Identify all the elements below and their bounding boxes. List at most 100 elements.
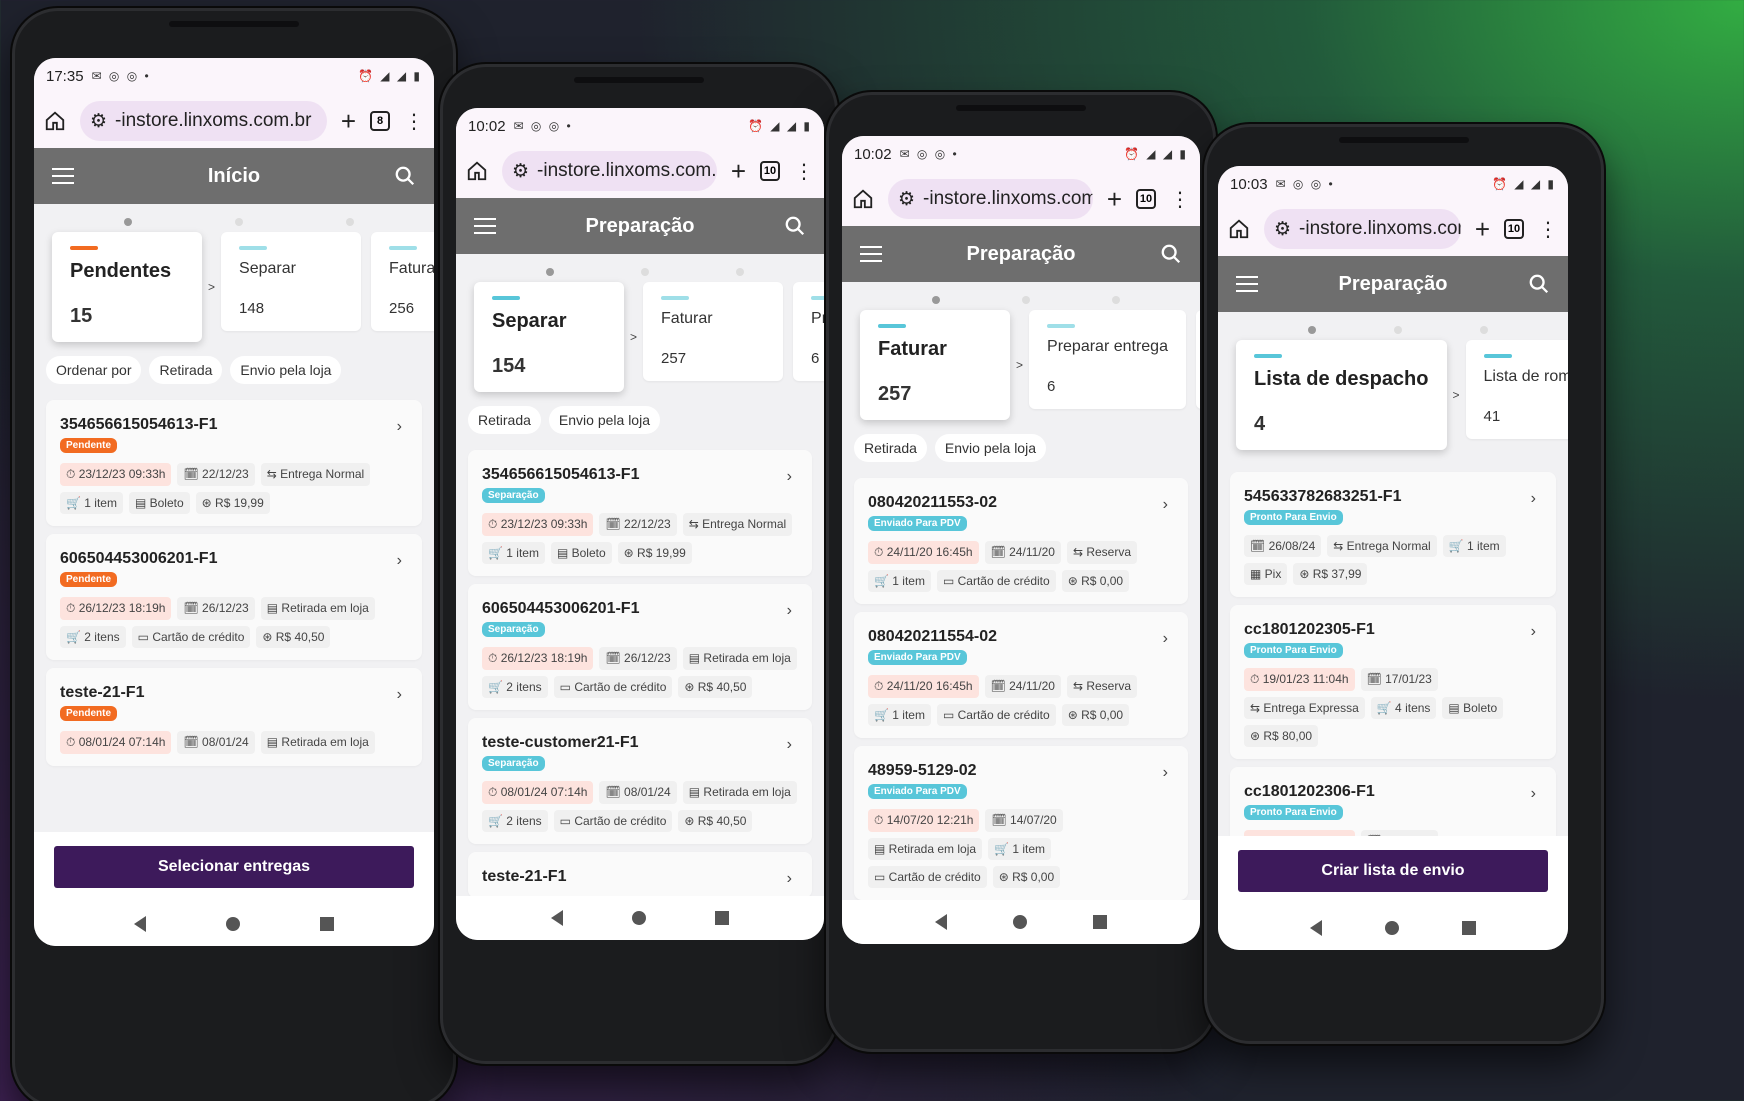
tab-count-icon[interactable]: 10 [1504,219,1524,239]
home-nav-icon[interactable] [631,911,646,925]
chevron-right-icon[interactable]: › [787,468,792,486]
tab-count-icon[interactable]: 8 [370,111,390,131]
carousel-dot[interactable] [346,218,354,226]
status-card[interactable]: Faturar 257 [643,282,784,381]
status-card[interactable]: Faturar 257 [860,310,1010,420]
status-card[interactable]: Pendentes 15 [52,232,202,342]
filter-chip[interactable]: Envio pela loja [230,356,342,384]
url-field[interactable]: ⚙ -instore.linxoms.com.br [1264,209,1461,249]
status-card[interactable]: Faturar 256 [371,232,434,331]
url-field[interactable]: ⚙ -instore.linxoms.com.br [888,179,1093,219]
back-icon[interactable] [134,916,146,932]
tab-count-icon[interactable]: 10 [1136,189,1156,209]
carousel-dot[interactable] [1022,296,1030,304]
url-field[interactable]: ⚙ -instore.linxoms.com.br [502,151,717,191]
carousel-dot[interactable] [1112,296,1120,304]
home-nav-icon[interactable] [1013,915,1027,929]
new-tab-icon[interactable]: + [1475,214,1490,245]
carousel-dot[interactable] [235,218,243,226]
more-vert-icon[interactable]: ⋮ [794,159,814,184]
order-card[interactable]: 354656615054613-F1 › Separação ⏱ 23/12/23 0… [468,450,812,576]
search-icon[interactable] [1160,243,1182,265]
chevron-right-icon[interactable]: › [787,602,792,620]
back-icon[interactable] [1309,920,1322,936]
filter-chip[interactable]: Ordenar por [46,356,142,384]
recents-icon[interactable] [715,911,730,925]
filter-chip[interactable]: Envio pela loja [548,406,660,434]
carousel-dot[interactable] [1308,326,1316,334]
site-settings-icon[interactable]: ⚙ [90,110,107,133]
search-icon[interactable] [394,165,416,187]
status-card[interactable]: Lista de despacho4 [1236,340,1447,450]
order-card[interactable]: 354656615054613-F1 › Pendente ⏱ 23/12/23 09… [46,400,422,526]
recents-icon[interactable] [1093,915,1107,929]
primary-action-button[interactable]: Selecionar entregas [54,846,414,888]
search-icon[interactable] [1528,273,1550,295]
back-icon[interactable] [550,910,563,926]
new-tab-icon[interactable]: + [341,106,356,137]
home-icon[interactable] [44,110,66,132]
order-card[interactable]: teste-customer21-F1 › Separação ⏱ 08/01/24 … [468,718,812,844]
chevron-right-icon[interactable]: › [1163,630,1168,648]
order-card[interactable]: 545633782683251-F1 › Pronto Para Envio 🗓 26… [1230,472,1556,597]
search-icon[interactable] [784,215,806,237]
status-card[interactable]: Preparar entrega 6 [793,282,824,381]
chevron-right-icon[interactable]: › [787,736,792,754]
home-nav-icon[interactable] [226,917,240,931]
home-icon[interactable] [852,188,874,210]
more-vert-icon[interactable]: ⋮ [1538,217,1558,242]
url-field[interactable]: ⚙ -instore.linxoms.com.br [80,101,327,141]
recents-icon[interactable] [1462,921,1477,935]
order-card[interactable]: teste-21-F1 › Pendente ⏱ 08/01/24 07:14h 🗓 0… [46,668,422,766]
carousel-dot[interactable] [641,268,649,276]
carousel-dot[interactable] [124,218,132,226]
chevron-right-icon[interactable]: › [787,870,792,888]
filter-chip[interactable]: Retirada [468,406,541,434]
status-card[interactable]: Lista de despacho4 [1195,310,1200,409]
more-vert-icon[interactable]: ⋮ [1170,187,1190,212]
menu-icon[interactable] [1236,276,1258,292]
tab-count-icon[interactable]: 10 [760,161,780,181]
site-settings-icon[interactable]: ⚙ [512,160,529,183]
new-tab-icon[interactable]: + [1107,184,1122,215]
new-tab-icon[interactable]: + [731,156,746,187]
home-icon[interactable] [1228,218,1250,240]
chevron-right-icon[interactable]: › [397,552,402,570]
site-settings-icon[interactable]: ⚙ [898,188,915,211]
status-card[interactable]: Separar 154 [474,282,624,392]
chevron-right-icon[interactable]: › [1163,764,1168,782]
chevron-right-icon[interactable]: › [397,418,402,436]
site-settings-icon[interactable]: ⚙ [1274,218,1291,241]
order-card[interactable]: cc1801202305-F1 › Pronto Para Envio ⏱ 19/01… [1230,605,1556,759]
carousel-dot[interactable] [1480,326,1488,334]
carousel-dot[interactable] [932,296,940,304]
order-card[interactable]: 080420211554-02 › Enviado Para PDV ⏱ 24/11/… [854,612,1188,738]
chevron-right-icon[interactable]: › [1163,496,1168,514]
menu-icon[interactable] [52,168,74,184]
back-icon[interactable] [935,914,947,930]
chevron-right-icon[interactable]: › [1531,623,1536,641]
status-card[interactable]: Lista de romaneio 41 [1465,340,1568,439]
chevron-right-icon[interactable]: › [1531,785,1536,803]
status-card[interactable]: Preparar entrega 6 [1029,310,1186,409]
order-card[interactable]: 48959-5129-02 › Enviado Para PDV ⏱ 14/07/20… [854,746,1188,900]
more-vert-icon[interactable]: ⋮ [404,109,424,134]
menu-icon[interactable] [860,246,882,262]
menu-icon[interactable] [474,218,496,234]
chevron-right-icon[interactable]: › [1531,490,1536,508]
home-icon[interactable] [466,160,488,182]
filter-chip[interactable]: Retirada [854,434,927,462]
carousel-dot[interactable] [546,268,554,276]
order-card[interactable]: 606504453006201-F1 › Separação ⏱ 26/12/23 1… [468,584,812,710]
order-card[interactable]: 606504453006201-F1 › Pendente ⏱ 26/12/23 18… [46,534,422,660]
recents-icon[interactable] [320,917,334,931]
order-card[interactable]: 080420211553-02 › Enviado Para PDV ⏱ 24/11/… [854,478,1188,604]
carousel-dot[interactable] [1394,326,1402,334]
status-card[interactable]: Separar 148 [221,232,362,331]
order-card[interactable]: teste-21-F1 › [468,852,812,898]
chevron-right-icon[interactable]: › [397,686,402,704]
filter-chip[interactable]: Envio pela loja [934,434,1046,462]
primary-action-button[interactable]: Criar lista de envio [1238,850,1548,892]
carousel-dot[interactable] [736,268,744,276]
home-nav-icon[interactable] [1384,921,1399,935]
